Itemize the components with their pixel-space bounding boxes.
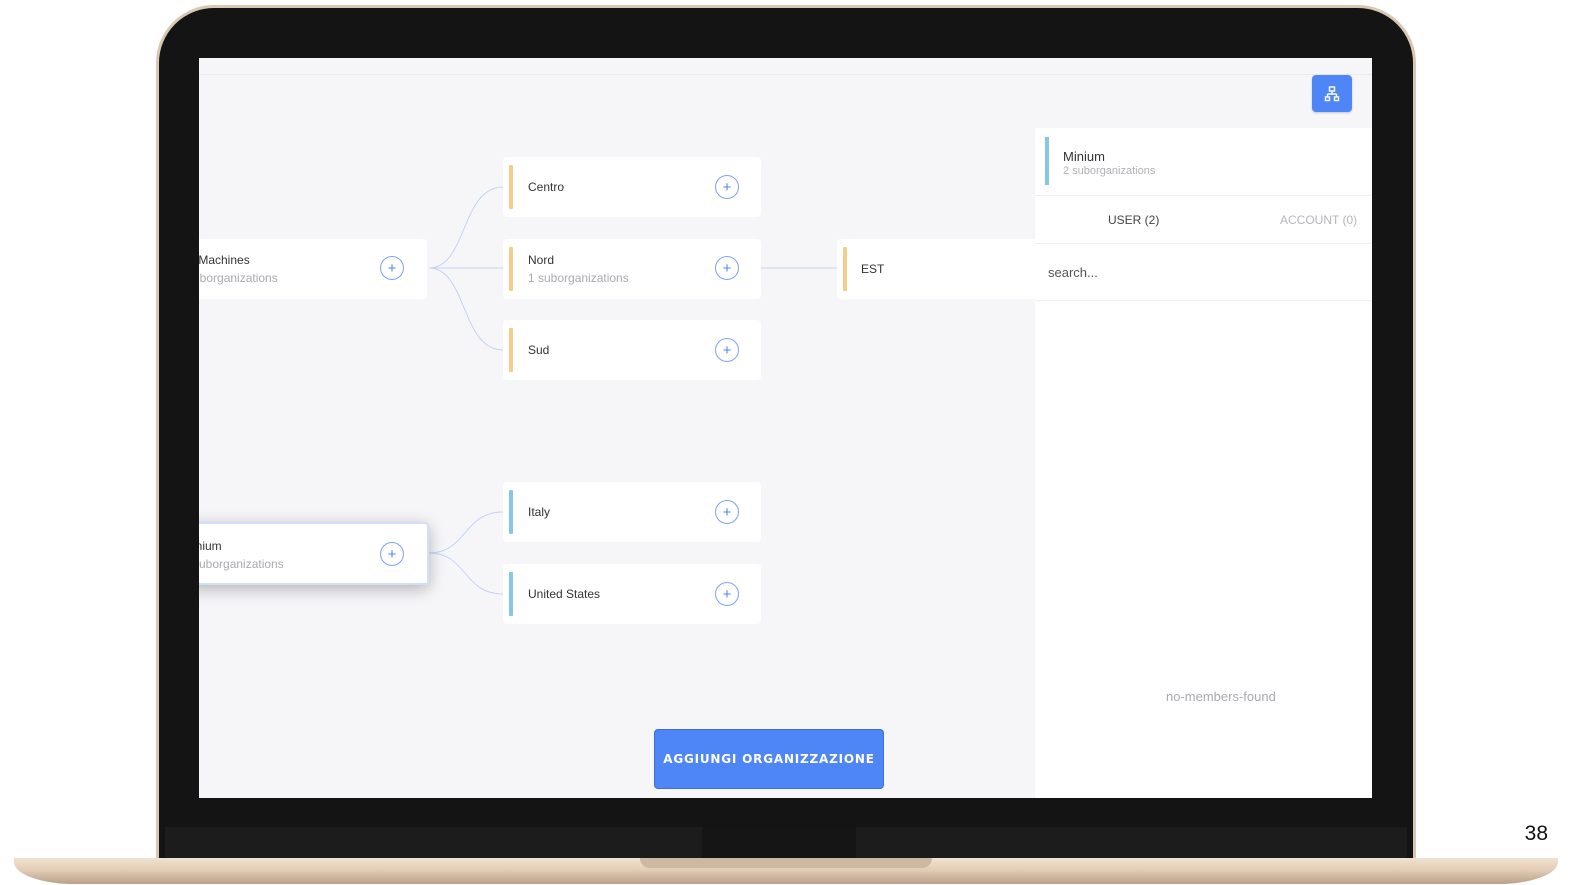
org-node-subtitle: 1 suborganizations bbox=[528, 271, 629, 285]
add-suborganization-icon[interactable]: + bbox=[715, 175, 739, 199]
connector-minium-united-states bbox=[428, 552, 504, 595]
panel-divider bbox=[1035, 300, 1372, 301]
branch-color-bar bbox=[509, 328, 513, 372]
org-node-subtitle: 3 suborganizations bbox=[199, 271, 278, 285]
branch-color-bar bbox=[509, 247, 513, 291]
branch-color-bar bbox=[843, 247, 847, 291]
org-node-name: Minium bbox=[199, 539, 222, 553]
connector-agrimachines-sud bbox=[428, 267, 504, 351]
sitemap-icon bbox=[1324, 85, 1340, 101]
add-suborganization-icon[interactable]: + bbox=[380, 542, 404, 566]
add-suborganization-icon[interactable]: + bbox=[380, 256, 404, 280]
org-node-name: Sud bbox=[528, 343, 550, 357]
org-node-centro[interactable]: Centro + bbox=[503, 157, 761, 217]
add-suborganization-icon[interactable]: + bbox=[715, 500, 739, 524]
branch-color-bar bbox=[509, 165, 513, 209]
org-node-name: Italy bbox=[528, 505, 551, 519]
org-node-name: Nord bbox=[528, 253, 555, 267]
branch-color-bar bbox=[509, 490, 513, 534]
laptop-base-cutout bbox=[640, 858, 932, 868]
org-node-subtitle: 2 suborganizations bbox=[199, 557, 284, 571]
tab-user[interactable]: USER (2) bbox=[1108, 213, 1159, 227]
org-node-united-states[interactable]: United States + bbox=[503, 564, 761, 624]
org-node-name: AgriMachines bbox=[199, 253, 250, 267]
tab-account[interactable]: ACCOUNT (0) bbox=[1280, 213, 1357, 227]
page-number: 38 bbox=[1524, 822, 1548, 845]
branch-color-bar bbox=[1045, 137, 1049, 185]
member-search-input[interactable] bbox=[1035, 245, 1372, 300]
org-node-sud[interactable]: Sud + bbox=[503, 320, 761, 380]
empty-state-text: no-members-found bbox=[1166, 689, 1276, 704]
panel-subtitle: 2 suborganizations bbox=[1063, 165, 1156, 177]
organization-detail-panel: Minium 2 suborganizations USER (2) ACCOU… bbox=[1035, 128, 1372, 798]
panel-divider bbox=[1035, 243, 1372, 244]
laptop-notch bbox=[702, 827, 856, 861]
add-suborganization-icon[interactable]: + bbox=[715, 338, 739, 362]
org-node-nord[interactable]: Nord 1 suborganizations + bbox=[503, 239, 761, 299]
org-node-minium[interactable]: Minium 2 suborganizations + bbox=[199, 522, 429, 585]
add-suborganization-icon[interactable]: + bbox=[715, 582, 739, 606]
panel-title: Minium bbox=[1063, 149, 1105, 164]
app-screen: AgriMachines 3 suborganizations + Minium… bbox=[199, 58, 1372, 798]
org-node-name: United States bbox=[528, 587, 601, 601]
org-node-agrimachines[interactable]: AgriMachines 3 suborganizations + bbox=[199, 239, 427, 299]
panel-divider bbox=[1035, 195, 1372, 196]
add-organization-button[interactable]: AGGIUNGI ORGANIZZAZIONE bbox=[654, 729, 884, 789]
add-suborganization-icon[interactable]: + bbox=[715, 256, 739, 280]
branch-color-bar bbox=[509, 572, 513, 616]
connector-minium-italy bbox=[428, 511, 504, 554]
org-node-italy[interactable]: Italy + bbox=[503, 482, 761, 542]
org-node-name: EST bbox=[861, 262, 885, 276]
connector-agrimachines-centro bbox=[428, 186, 504, 269]
org-tree-view-button[interactable] bbox=[1312, 75, 1352, 112]
org-node-name: Centro bbox=[528, 180, 565, 194]
